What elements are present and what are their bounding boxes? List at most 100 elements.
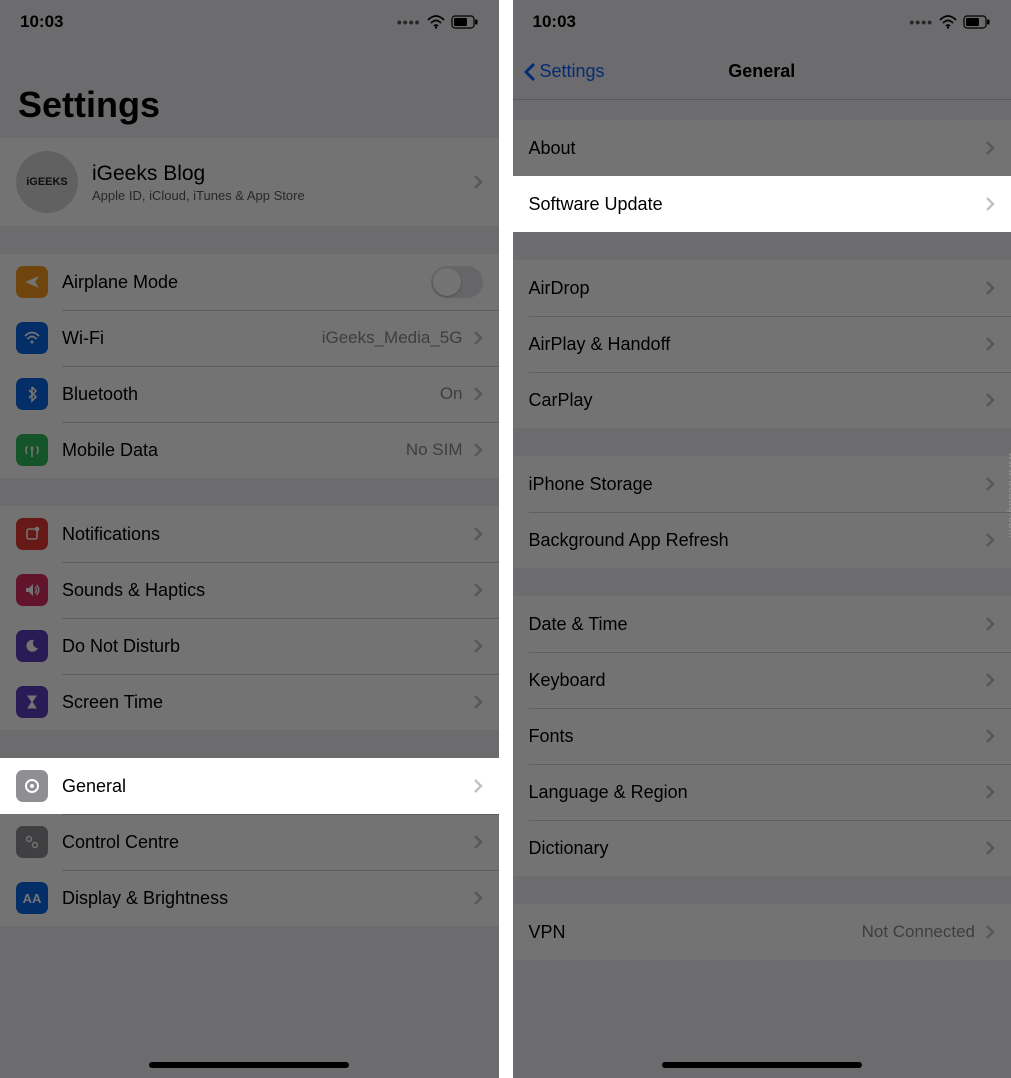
control-centre-row[interactable]: Control Centre [0, 814, 499, 870]
chevron-right-icon [985, 728, 995, 744]
chevron-right-icon [473, 582, 483, 598]
wifi-icon [427, 15, 445, 29]
general-row[interactable]: General [0, 758, 499, 814]
home-indicator[interactable] [149, 1062, 349, 1068]
chevron-left-icon [523, 61, 537, 83]
general-group-1: AirDrop AirPlay & Handoff CarPlay [513, 260, 1011, 428]
wifi-settings-icon [16, 322, 48, 354]
chevron-right-icon [985, 924, 995, 940]
mobile-data-row[interactable]: Mobile Data No SIM [0, 422, 499, 478]
screen-time-row[interactable]: Screen Time [0, 674, 499, 730]
profile-name: iGeeks Blog [92, 162, 467, 186]
chevron-right-icon [985, 672, 995, 688]
profile-subtitle: Apple ID, iCloud, iTunes & App Store [92, 188, 467, 203]
chevron-right-icon [473, 386, 483, 402]
status-bar: 10:03 •••• [513, 0, 1011, 44]
language-region-row[interactable]: Language & Region [513, 764, 1011, 820]
row-label: Language & Region [529, 782, 980, 803]
mobile-data-value: No SIM [406, 440, 463, 460]
dnd-row[interactable]: Do Not Disturb [0, 618, 499, 674]
row-label: Software Update [529, 194, 980, 215]
status-time: 10:03 [20, 12, 63, 32]
chevron-right-icon [985, 616, 995, 632]
wifi-value: iGeeks_Media_5G [322, 328, 463, 348]
airplane-icon [16, 266, 48, 298]
sounds-row[interactable]: Sounds & Haptics [0, 562, 499, 618]
chevron-right-icon [473, 694, 483, 710]
chevron-right-icon [985, 784, 995, 800]
general-group-4: VPNNot Connected [513, 904, 1011, 960]
page-title: General [728, 61, 795, 82]
chevron-right-icon [473, 638, 483, 654]
fonts-row[interactable]: Fonts [513, 708, 1011, 764]
chevron-right-icon [985, 392, 995, 408]
chevron-right-icon [473, 442, 483, 458]
notifications-icon [16, 518, 48, 550]
bluetooth-row[interactable]: Bluetooth On [0, 366, 499, 422]
chevron-right-icon [473, 526, 483, 542]
chevron-right-icon [985, 336, 995, 352]
antenna-icon [16, 434, 48, 466]
display-brightness-row[interactable]: AA Display & Brightness [0, 870, 499, 926]
row-label: Fonts [529, 726, 980, 747]
row-value: Not Connected [862, 922, 975, 942]
chevron-right-icon [985, 840, 995, 856]
status-icons: •••• [397, 14, 479, 30]
general-group-2: iPhone Storage Background App Refresh [513, 456, 1011, 568]
aa-icon: AA [16, 882, 48, 914]
wifi-icon [939, 15, 957, 29]
back-button[interactable]: Settings [523, 61, 605, 83]
vpn-row[interactable]: VPNNot Connected [513, 904, 1011, 960]
signal-dots-icon: •••• [909, 14, 933, 30]
chevron-right-icon [985, 280, 995, 296]
chevron-right-icon [473, 174, 483, 190]
apple-id-row[interactable]: iGEEKS iGeeks Blog Apple ID, iCloud, iTu… [0, 138, 499, 226]
moon-icon [16, 630, 48, 662]
keyboard-row[interactable]: Keyboard [513, 652, 1011, 708]
general-group-0: About Software Update [513, 120, 1011, 232]
bluetooth-icon [16, 378, 48, 410]
chevron-right-icon [473, 778, 483, 794]
airplane-mode-row[interactable]: Airplane Mode [0, 254, 499, 310]
gear-icon [16, 770, 48, 802]
airplay-handoff-row[interactable]: AirPlay & Handoff [513, 316, 1011, 372]
row-label: About [529, 138, 980, 159]
status-time: 10:03 [533, 12, 576, 32]
notifications-row[interactable]: Notifications [0, 506, 499, 562]
settings-screen: 10:03 •••• Settings iGEEKS iGeeks Blog A… [0, 0, 499, 1078]
date-time-row[interactable]: Date & Time [513, 596, 1011, 652]
bluetooth-value: On [440, 384, 463, 404]
about-row[interactable]: About [513, 120, 1011, 176]
signal-dots-icon: •••• [397, 14, 421, 30]
general-screen: 10:03 •••• Settings General About Softwar… [513, 0, 1011, 1078]
row-label: VPN [529, 922, 862, 943]
chevron-right-icon [985, 140, 995, 156]
chevron-right-icon [985, 196, 995, 212]
iphone-storage-row[interactable]: iPhone Storage [513, 456, 1011, 512]
home-indicator[interactable] [662, 1062, 862, 1068]
status-icons: •••• [909, 14, 991, 30]
battery-icon [451, 15, 479, 29]
row-label: AirPlay & Handoff [529, 334, 980, 355]
airplane-toggle[interactable] [431, 266, 483, 298]
background-app-refresh-row[interactable]: Background App Refresh [513, 512, 1011, 568]
chevron-right-icon [473, 834, 483, 850]
general-group-3: Date & Time Keyboard Fonts Language & Regio… [513, 596, 1011, 876]
row-label: Dictionary [529, 838, 980, 859]
software-update-row[interactable]: Software Update [513, 176, 1011, 232]
chevron-right-icon [985, 532, 995, 548]
row-label: iPhone Storage [529, 474, 980, 495]
sound-icon [16, 574, 48, 606]
carplay-row[interactable]: CarPlay [513, 372, 1011, 428]
chevron-right-icon [985, 476, 995, 492]
row-label: Date & Time [529, 614, 980, 635]
chevron-right-icon [473, 890, 483, 906]
status-bar: 10:03 •••• [0, 0, 499, 44]
page-title: Settings [0, 44, 499, 138]
wifi-row[interactable]: Wi-Fi iGeeks_Media_5G [0, 310, 499, 366]
watermark: www.deuaq.com [1006, 453, 1011, 539]
hourglass-icon [16, 686, 48, 718]
dictionary-row[interactable]: Dictionary [513, 820, 1011, 876]
battery-icon [963, 15, 991, 29]
airdrop-row[interactable]: AirDrop [513, 260, 1011, 316]
